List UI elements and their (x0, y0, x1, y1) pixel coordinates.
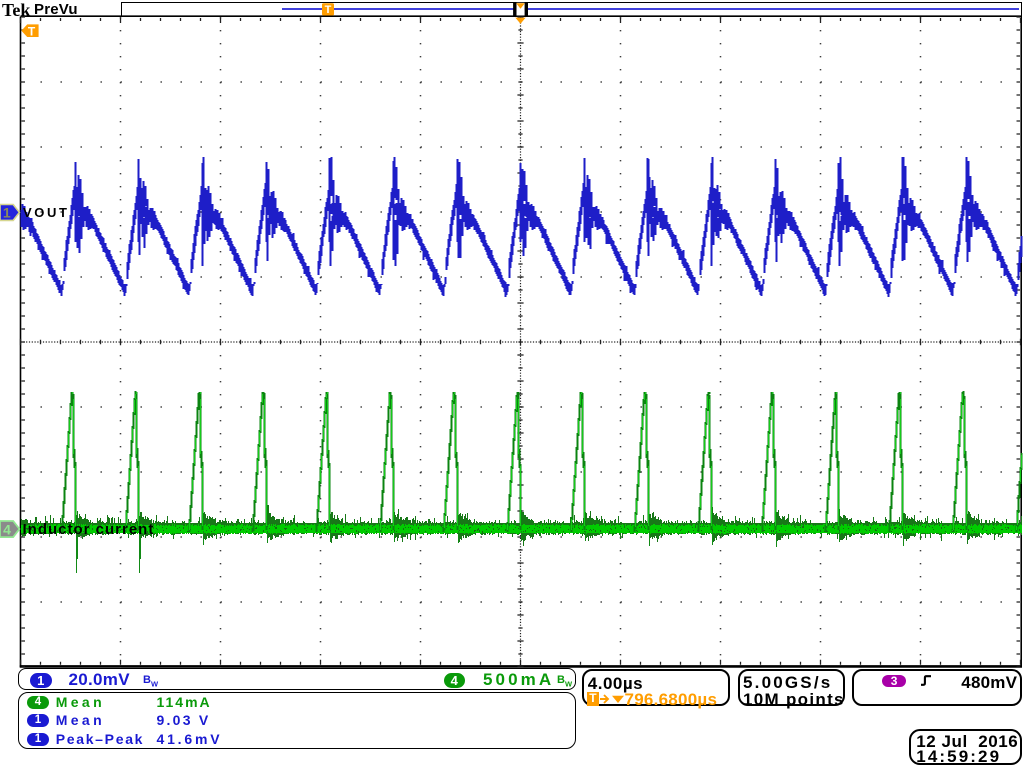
svg-text:4: 4 (3, 521, 11, 537)
svg-text:T: T (28, 24, 36, 38)
svg-text:T: T (325, 4, 332, 16)
svg-text:1: 1 (3, 205, 11, 221)
